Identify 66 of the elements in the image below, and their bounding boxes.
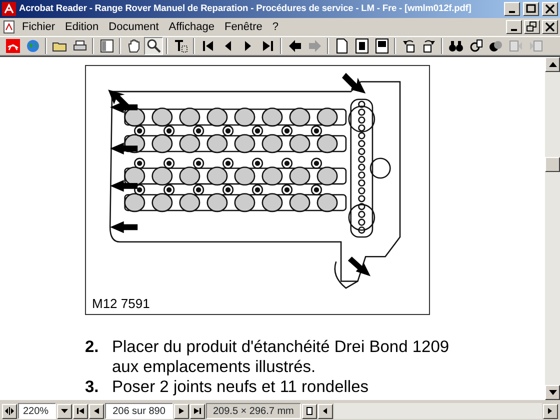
text-select-icon[interactable] xyxy=(172,38,188,54)
menu-item[interactable]: Document xyxy=(104,18,163,36)
close-icon xyxy=(544,21,556,33)
scroll-right-button[interactable] xyxy=(543,404,558,418)
fit-page-icon[interactable] xyxy=(354,38,370,54)
zoom-field[interactable]: 220% xyxy=(18,403,56,419)
menu-item[interactable]: Edition xyxy=(61,18,103,36)
next-page-button[interactable] xyxy=(174,404,189,418)
split-handle-icon xyxy=(5,407,14,415)
panel-icon[interactable] xyxy=(98,38,114,54)
step-text: Poser 2 joints neufs et 11 rondelles xyxy=(112,377,369,397)
scroll-up-button[interactable] xyxy=(545,57,560,72)
maximize-button[interactable] xyxy=(523,2,539,16)
split-handle-button[interactable] xyxy=(2,404,17,418)
acrobat-logo-icon[interactable] xyxy=(4,38,20,54)
zoom-dropdown-icon xyxy=(60,407,69,415)
first-page-button[interactable] xyxy=(73,404,88,418)
search-icon[interactable] xyxy=(468,38,484,54)
rotate-left-icon[interactable] xyxy=(400,38,416,54)
figure-caption: M12 7591 xyxy=(91,295,151,313)
close-button[interactable] xyxy=(542,2,558,16)
page-layout-button[interactable] xyxy=(302,404,317,418)
document-icon xyxy=(2,20,16,34)
minimize-button[interactable] xyxy=(504,2,520,16)
hand-icon[interactable] xyxy=(126,38,142,54)
actual-size-icon[interactable] xyxy=(334,38,350,54)
last-page-icon xyxy=(193,407,202,415)
close-icon xyxy=(544,3,556,15)
minimize-icon xyxy=(511,29,517,31)
rotate-right-icon[interactable] xyxy=(420,38,436,54)
maximize-icon xyxy=(525,3,537,15)
zoom-dropdown-button[interactable] xyxy=(57,404,72,418)
minimize-button[interactable] xyxy=(506,20,522,34)
next-page-icon xyxy=(177,407,186,415)
window-title: Acrobat Reader - Range Rover Manuel de Reparation - Procédures de service - LM - Fre - [wmlm012f.pdf] xyxy=(19,2,472,16)
zoom-icon[interactable] xyxy=(146,38,162,54)
page-layout-icon xyxy=(304,407,314,415)
binoculars-icon[interactable] xyxy=(448,38,464,54)
last-page-button[interactable] xyxy=(190,404,205,418)
menu-item[interactable]: ? xyxy=(268,18,283,36)
scroll-down-button[interactable] xyxy=(545,385,560,400)
minimize-icon xyxy=(509,11,515,13)
close-button[interactable] xyxy=(542,20,558,34)
page-number-field[interactable]: 206 sur 890 xyxy=(105,403,173,419)
down-arrow-icon xyxy=(548,390,556,395)
app-icon xyxy=(2,2,16,16)
restore-button[interactable] xyxy=(524,20,540,34)
scroll-left-button[interactable] xyxy=(318,404,333,418)
restore-icon xyxy=(526,21,538,33)
horizontal-scrollbar[interactable] xyxy=(334,403,542,419)
menu-item[interactable]: Fenêtre xyxy=(220,18,266,36)
page-size-label: 209.5 × 296.7 mm xyxy=(206,403,301,419)
fit-width-icon[interactable] xyxy=(374,38,390,54)
menu-item[interactable]: Fichier xyxy=(18,18,60,36)
previous-page-icon xyxy=(92,407,101,415)
up-arrow-icon xyxy=(548,62,556,67)
scroll-left-icon xyxy=(320,407,330,415)
previous-page-button[interactable] xyxy=(89,404,104,418)
menu-item[interactable]: Affichage xyxy=(164,18,218,36)
step-number: 2. xyxy=(85,337,100,358)
back-arrow-icon[interactable] xyxy=(286,38,302,54)
globe-icon[interactable] xyxy=(24,38,40,54)
step-text: Placer du produit d'étanchéité Drei Bond 1209 aux emplacements illustrés. xyxy=(112,337,450,377)
first-page-icon xyxy=(76,407,85,415)
step-number: 3. xyxy=(85,377,100,397)
scroll-thumb[interactable] xyxy=(545,157,560,172)
